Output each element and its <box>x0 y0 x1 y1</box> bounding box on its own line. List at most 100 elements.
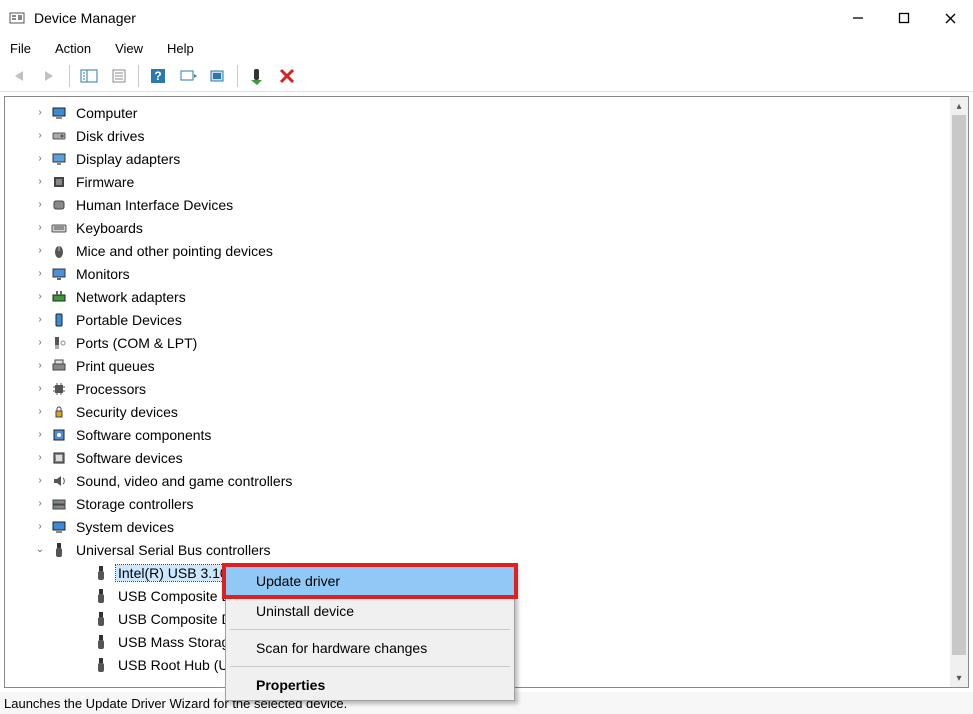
security-icon <box>50 403 68 421</box>
menu-action[interactable]: Action <box>51 39 95 58</box>
computer-icon <box>50 104 68 122</box>
close-button[interactable] <box>927 0 973 36</box>
display-icon <box>50 150 68 168</box>
category-label: Processors <box>74 381 148 397</box>
tree-category[interactable]: › Firmware <box>5 170 950 193</box>
tree-category[interactable]: › System devices <box>5 515 950 538</box>
context-menu-item[interactable]: Uninstall device <box>226 596 514 626</box>
chevron-right-icon[interactable]: › <box>33 245 47 256</box>
chevron-right-icon[interactable]: › <box>33 475 47 486</box>
chevron-right-icon[interactable]: › <box>33 314 47 325</box>
category-label: Universal Serial Bus controllers <box>74 542 273 558</box>
chevron-right-icon[interactable]: › <box>33 383 47 394</box>
chevron-right-icon[interactable]: › <box>33 199 47 210</box>
maximize-button[interactable] <box>881 0 927 36</box>
window-controls <box>835 0 973 36</box>
sound-icon <box>50 472 68 490</box>
tree-category[interactable]: › Disk drives <box>5 124 950 147</box>
enable-device-button[interactable] <box>243 62 271 90</box>
update-driver-tb-button[interactable] <box>204 62 232 90</box>
tree-category[interactable]: › Network adapters <box>5 285 950 308</box>
tree-category[interactable]: ⌄ Universal Serial Bus controllers <box>5 538 950 561</box>
category-label: Ports (COM & LPT) <box>74 335 199 351</box>
tree-category[interactable]: › Mice and other pointing devices <box>5 239 950 262</box>
menu-help[interactable]: Help <box>163 39 198 58</box>
monitor-icon <box>50 265 68 283</box>
category-label: Human Interface Devices <box>74 197 235 213</box>
chevron-right-icon[interactable]: › <box>33 291 47 302</box>
properties-button[interactable] <box>105 62 133 90</box>
category-label: System devices <box>74 519 176 535</box>
category-label: Portable Devices <box>74 312 184 328</box>
device-label: USB Mass Storage <box>116 634 239 650</box>
device-label: USB Composite D <box>116 611 234 627</box>
tree-category[interactable]: ›Computer <box>5 101 950 124</box>
chevron-right-icon[interactable]: › <box>33 268 47 279</box>
titlebar: Device Manager <box>0 0 973 36</box>
chevron-right-icon[interactable]: › <box>33 452 47 463</box>
swcomp-icon <box>50 426 68 444</box>
category-label: Print queues <box>74 358 157 374</box>
category-label: Disk drives <box>74 128 146 144</box>
vertical-scrollbar[interactable]: ▴ ▾ <box>950 97 968 687</box>
category-label: Network adapters <box>74 289 188 305</box>
hid-icon <box>50 196 68 214</box>
category-label: Display adapters <box>74 151 182 167</box>
context-menu-item[interactable]: Update driver <box>226 566 514 596</box>
menu-file[interactable]: File <box>6 39 35 58</box>
context-menu: Update driverUninstall device Scan for ha… <box>225 565 515 701</box>
chevron-right-icon[interactable]: › <box>33 521 47 532</box>
tree-category[interactable]: ›Software components <box>5 423 950 446</box>
chevron-right-icon[interactable]: › <box>33 176 47 187</box>
chevron-right-icon[interactable]: › <box>33 429 47 440</box>
toolbar: ? <box>0 60 973 92</box>
chevron-right-icon[interactable]: › <box>33 153 47 164</box>
menu-view[interactable]: View <box>111 39 147 58</box>
category-label: Firmware <box>74 174 136 190</box>
chevron-right-icon[interactable]: › <box>33 130 47 141</box>
tree-category[interactable]: › Print queues <box>5 354 950 377</box>
context-menu-item[interactable]: Scan for hardware changes <box>226 633 514 663</box>
usb-dev-icon <box>92 564 110 582</box>
tree-category[interactable]: › Portable Devices <box>5 308 950 331</box>
toolbar-separator <box>69 65 70 87</box>
portable-icon <box>50 311 68 329</box>
tree-category[interactable]: › Ports (COM & LPT) <box>5 331 950 354</box>
minimize-button[interactable] <box>835 0 881 36</box>
chevron-right-icon[interactable]: › <box>33 498 47 509</box>
scroll-thumb[interactable] <box>952 115 966 655</box>
tree-category[interactable]: ›Keyboards <box>5 216 950 239</box>
nav-forward-button[interactable] <box>36 62 64 90</box>
tree-category[interactable]: › Processors <box>5 377 950 400</box>
ports-icon <box>50 334 68 352</box>
chevron-right-icon[interactable]: › <box>33 406 47 417</box>
tree-category[interactable]: ›Security devices <box>5 400 950 423</box>
firmware-icon <box>50 173 68 191</box>
device-label: Intel(R) USB 3.10 e <box>116 565 241 581</box>
tree-category[interactable]: › Display adapters <box>5 147 950 170</box>
usb-dev-icon <box>92 633 110 651</box>
tree-category[interactable]: ›Software devices <box>5 446 950 469</box>
tree-category[interactable]: ›Storage controllers <box>5 492 950 515</box>
scan-hardware-button[interactable] <box>174 62 202 90</box>
show-hide-tree-button[interactable] <box>75 62 103 90</box>
nav-back-button[interactable] <box>6 62 34 90</box>
chevron-down-icon[interactable]: ⌄ <box>33 544 47 555</box>
scroll-up-button[interactable]: ▴ <box>950 97 968 115</box>
tree-category[interactable]: › Human Interface Devices <box>5 193 950 216</box>
scroll-down-button[interactable]: ▾ <box>950 669 968 687</box>
context-menu-item[interactable]: Properties <box>226 670 514 700</box>
printq-icon <box>50 357 68 375</box>
chevron-right-icon[interactable]: › <box>33 360 47 371</box>
context-menu-separator <box>230 629 510 630</box>
window-title: Device Manager <box>34 10 136 26</box>
category-label: Mice and other pointing devices <box>74 243 275 259</box>
device-label: USB Composite D <box>116 588 234 604</box>
chevron-right-icon[interactable]: › <box>33 337 47 348</box>
tree-category[interactable]: ›Sound, video and game controllers <box>5 469 950 492</box>
chevron-right-icon[interactable]: › <box>33 107 47 118</box>
tree-category[interactable]: ›Monitors <box>5 262 950 285</box>
uninstall-device-button[interactable] <box>273 62 301 90</box>
help-button[interactable]: ? <box>144 62 172 90</box>
chevron-right-icon[interactable]: › <box>33 222 47 233</box>
